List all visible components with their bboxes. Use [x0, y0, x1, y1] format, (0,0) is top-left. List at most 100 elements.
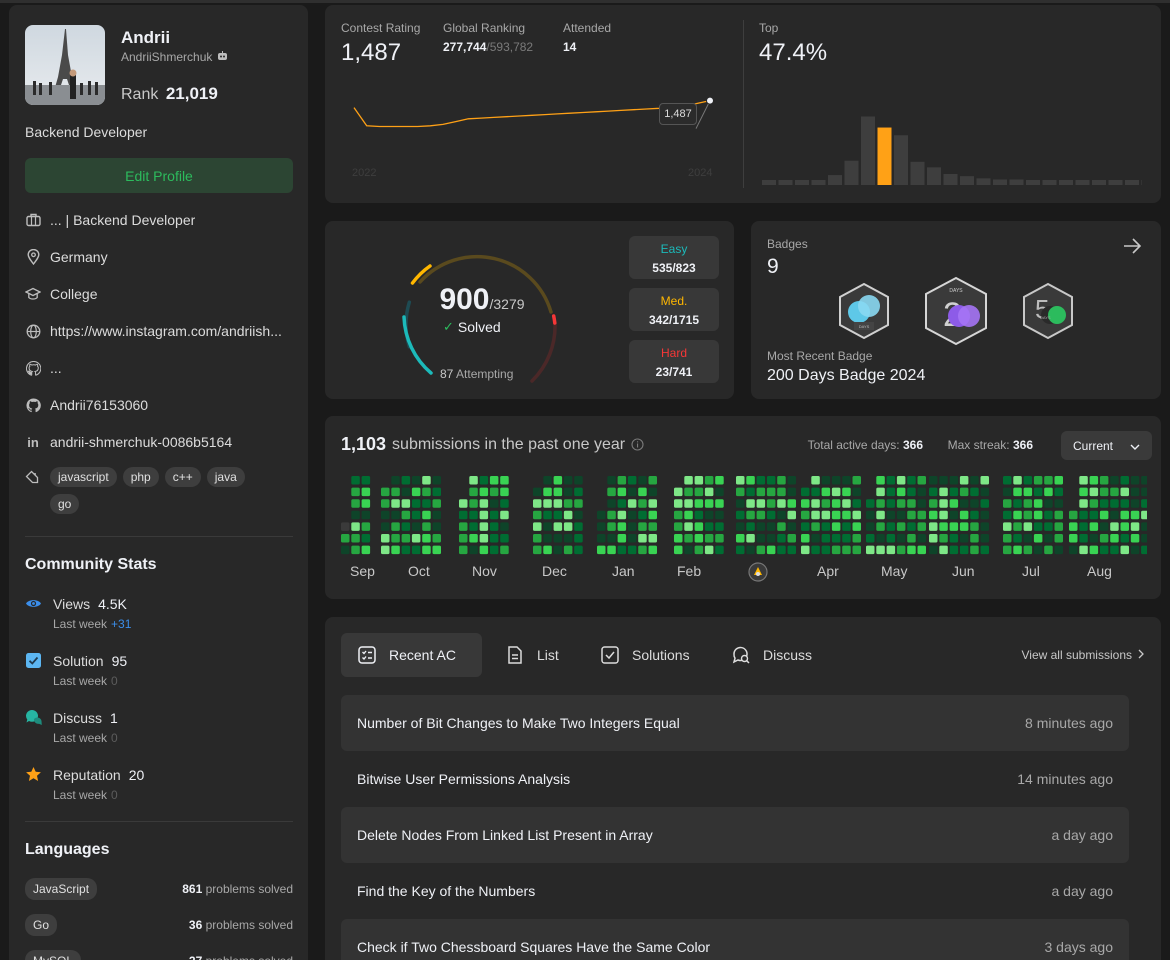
heatmap-day — [959, 545, 969, 555]
info-linkedin[interactable]: in andrii-shmerchuk-0086b5164 — [25, 432, 232, 452]
heatmap-day — [469, 499, 478, 508]
heatmap-day — [1033, 476, 1043, 485]
hard-box[interactable]: Hard 23/741 — [629, 340, 719, 383]
rating-history-chart[interactable] — [341, 75, 721, 185]
solved-label-text: Solved — [457, 319, 501, 335]
avatar[interactable] — [25, 25, 105, 105]
heatmap-day — [1130, 476, 1140, 485]
tab-solutions[interactable]: Solutions — [584, 633, 706, 677]
skill-tag[interactable]: go — [50, 494, 80, 514]
heatmap-day — [381, 487, 390, 497]
problem-title[interactable]: Number of Bit Changes to Make Two Intege… — [357, 715, 680, 731]
heatmap-day — [607, 499, 616, 508]
histogram-bar — [861, 116, 875, 185]
heatmap-day — [980, 510, 989, 520]
stat-discuss-sublabel: Last week — [53, 731, 108, 745]
heatmap-day — [479, 534, 489, 543]
heatmap-day — [821, 510, 831, 520]
heatmap-day — [459, 522, 468, 531]
heatmap-day — [1099, 534, 1109, 543]
info-github-text[interactable]: ... — [50, 360, 62, 376]
info-website[interactable]: https://www.instagram.com/andriish... — [25, 321, 282, 341]
info-linkedin-text[interactable]: andrii-shmerchuk-0086b5164 — [50, 434, 232, 450]
recent-ac-row[interactable]: Check if Two Chessboard Squares Have the… — [341, 919, 1129, 960]
info-github[interactable]: ... — [25, 358, 62, 378]
heatmap-day — [787, 487, 796, 497]
info-website-text[interactable]: https://www.instagram.com/andriish... — [50, 323, 282, 339]
arrow-right-icon[interactable] — [1121, 235, 1143, 262]
heatmap-day — [896, 545, 906, 555]
language-tag[interactable]: Go — [25, 914, 58, 936]
skill-tag[interactable]: php — [122, 467, 159, 487]
language-tag[interactable]: JavaScript — [25, 878, 98, 900]
badges-count: 9 — [767, 255, 779, 278]
recent-ac-row[interactable]: Number of Bit Changes to Make Two Intege… — [341, 695, 1129, 751]
heatmap-day — [896, 510, 906, 520]
contest-rating-card: Contest Rating 1,487 Global Ranking 277,… — [325, 5, 1161, 203]
heatmap-day — [756, 499, 766, 508]
tab-list[interactable]: List — [489, 633, 575, 677]
heatmap-day — [821, 487, 831, 497]
badge-icon[interactable]: DAYS — [837, 282, 891, 345]
rating-distribution-histogram[interactable] — [762, 100, 1142, 185]
tab-recent-ac[interactable]: Recent AC — [341, 633, 482, 677]
heatmap-day — [1003, 534, 1012, 543]
heatmap-day — [929, 522, 938, 531]
problem-title[interactable]: Delete Nodes From Linked List Present in… — [357, 827, 653, 843]
heatmap-day — [500, 534, 509, 543]
month-label: Jul — [1022, 563, 1040, 579]
info-icon[interactable] — [631, 438, 644, 451]
heatmap-day — [563, 534, 573, 543]
badges-card: Badges 9 DAYS 2DAYS 5DAYS Most Recent Ba… — [751, 221, 1161, 399]
badge-200-days-icon[interactable]: 2DAYS — [923, 276, 989, 351]
heatmap-day — [907, 522, 916, 531]
month-label: Oct — [408, 563, 430, 579]
heatmap-day — [543, 476, 552, 485]
info-twitter[interactable]: Andrii76153060 — [25, 395, 148, 415]
rank: Rank 21,019 — [121, 84, 218, 104]
heatmap-day — [1054, 522, 1063, 531]
heatmap-day — [831, 476, 841, 485]
heatmap-day — [638, 487, 647, 497]
heatmap-day — [500, 522, 509, 531]
info-twitter-text[interactable]: Andrii76153060 — [50, 397, 148, 413]
heatmap-day — [617, 499, 627, 508]
card-divider — [743, 20, 744, 188]
language-tag[interactable]: MySQL — [25, 950, 82, 960]
heatmap-day — [1013, 476, 1022, 485]
heatmap-day — [543, 522, 552, 531]
problem-title[interactable]: Bitwise User Permissions Analysis — [357, 771, 570, 787]
skill-tag[interactable]: java — [206, 467, 245, 487]
recent-ac-row[interactable]: Delete Nodes From Linked List Present in… — [341, 807, 1129, 863]
badge-50-days-icon[interactable]: 5 DAYS — [1021, 282, 1075, 345]
edit-profile-button[interactable]: Edit Profile — [25, 158, 293, 193]
heatmap-day — [959, 510, 969, 520]
heatmap-day — [543, 534, 552, 543]
view-all-submissions-link[interactable]: View all submissions — [1022, 648, 1145, 662]
skill-tag[interactable]: c++ — [164, 467, 201, 487]
heatmap-day — [1120, 522, 1129, 531]
year-selector[interactable]: Current — [1061, 431, 1152, 460]
month-label: Nov — [472, 563, 497, 579]
heatmap-day — [896, 534, 906, 543]
march-badge-icon[interactable] — [748, 562, 768, 587]
histogram-bar — [828, 175, 842, 185]
recent-ac-row[interactable]: Find the Key of the Numbers a day ago — [341, 863, 1129, 919]
heatmap-day — [1141, 534, 1147, 543]
heatmap-day — [821, 534, 831, 543]
easy-box[interactable]: Easy 535/823 — [629, 236, 719, 279]
heatmap-day — [401, 522, 411, 531]
recent-ac-row[interactable]: Bitwise User Permissions Analysis 14 min… — [341, 751, 1129, 807]
skill-tag[interactable]: javascript — [50, 467, 117, 487]
heatmap-day — [422, 487, 431, 497]
problem-title[interactable]: Check if Two Chessboard Squares Have the… — [357, 939, 710, 955]
submission-heatmap[interactable] — [341, 475, 1147, 559]
medium-box[interactable]: Med. 342/1715 — [629, 288, 719, 331]
heatmap-day — [648, 499, 657, 508]
heatmap-day — [787, 534, 796, 543]
top-value: 47.4% — [759, 39, 828, 66]
heatmap-day — [949, 487, 959, 497]
heatmap-day — [886, 534, 896, 543]
problem-title[interactable]: Find the Key of the Numbers — [357, 883, 535, 899]
tab-discuss[interactable]: Discuss — [715, 633, 828, 677]
